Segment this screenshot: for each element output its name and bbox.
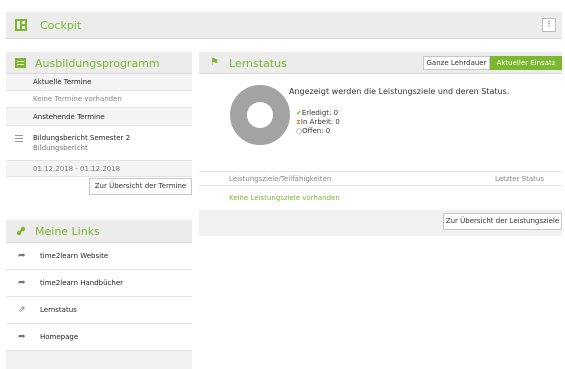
button-row: Zur Übersicht der Termine <box>6 177 192 199</box>
ausbildungsprogramm-panel: Ausbildungsprogramm Aktuelle Termine Kei… <box>6 52 192 199</box>
appointment-subtitle: Bildungsbericht <box>33 144 88 152</box>
lernstatus-panel: ⚑ Lernstatus Ganze Lehrdauer Aktueller E… <box>199 52 562 236</box>
toggle-current-assignment[interactable]: Aktueller Einsatz <box>490 56 562 70</box>
share-arrow-icon: ➦ <box>18 332 26 342</box>
my-links-panel: Meine Links ➦ time2learn Website ➦ time2… <box>6 220 192 369</box>
link-item-lernstatus[interactable]: ⇗ Lernstatus <box>6 297 192 324</box>
list-icon <box>15 135 23 142</box>
pin-icon: ⇗ <box>18 305 26 315</box>
link-label: time2learn Handbücher <box>40 279 124 287</box>
upcoming-appointments-header: Anstehende Termine <box>6 108 192 126</box>
panel-title: Lernstatus <box>229 57 287 70</box>
status-legend: ✔Erledigt: 0 ⧗In Arbeit: 0 ○Offen: 0 <box>296 109 340 136</box>
panel-header: ⚑ Lernstatus Ganze Lehrdauer Aktueller E… <box>199 52 562 74</box>
toggle-full-duration[interactable]: Ganze Lehrdauer <box>423 56 490 70</box>
panel-footer: Zur Übersicht der Leistungsziele <box>199 210 562 236</box>
status-donut-chart <box>230 85 290 145</box>
goals-overview-button[interactable]: Zur Übersicht der Leistungsziele <box>443 213 562 230</box>
share-arrow-icon: ➦ <box>18 251 26 261</box>
cockpit-header: Cockpit ⁝ <box>6 12 562 39</box>
goals-table-header: Leistungsziele/Teilfähigkeiten Letzter S… <box>199 171 562 186</box>
link-item-time2learn-handbuecher[interactable]: ➦ time2learn Handbücher <box>6 270 192 297</box>
page-title: Cockpit <box>40 19 82 32</box>
panel-title: Meine Links <box>35 225 100 238</box>
calendar-icon <box>15 58 26 68</box>
link-label: Lernstatus <box>40 306 77 314</box>
appointments-overview-button[interactable]: Zur Übersicht der Termine <box>89 178 192 195</box>
legend-open: ○Offen: 0 <box>296 127 331 135</box>
no-appointments-text: Keine Termine vorhanden <box>6 91 192 108</box>
done-count: 0 <box>333 109 339 117</box>
panel-footer <box>6 351 192 369</box>
no-goals-text: Keine Leistungsziele vorhanden <box>229 194 340 202</box>
column-status: Letzter Status <box>495 175 544 183</box>
open-count: 0 <box>325 127 331 135</box>
share-arrow-icon: ➦ <box>18 278 26 288</box>
current-appointments-header: Aktuelle Termine <box>6 74 192 91</box>
link-icon <box>16 226 26 236</box>
legend-in-progress: ⧗In Arbeit: 0 <box>296 118 340 126</box>
flag-icon: ⚑ <box>210 57 219 68</box>
panel-title: Ausbildungsprogramm <box>35 57 160 70</box>
link-item-homepage[interactable]: ➦ Homepage <box>6 324 192 351</box>
appointment-item[interactable]: Bildungsbericht Semester 2 Bildungsberic… <box>6 126 192 161</box>
dashboard-icon <box>15 19 27 31</box>
appointment-title: Bildungsbericht Semester 2 <box>33 134 131 142</box>
status-description: Angezeigt werden die Leistungsziele und … <box>289 87 510 96</box>
appointment-date: 01.12.2018 - 01.12.2018 <box>6 161 192 177</box>
options-menu-button[interactable]: ⁝ <box>542 18 556 32</box>
link-label: Homepage <box>40 333 79 341</box>
link-item-time2learn-website[interactable]: ➦ time2learn Website <box>6 243 192 270</box>
in-progress-count: 0 <box>335 118 340 126</box>
status-summary: Angezeigt werden die Leistungsziele und … <box>199 74 562 171</box>
link-label: time2learn Website <box>40 252 109 260</box>
legend-done: ✔Erledigt: 0 <box>296 109 339 117</box>
panel-header: Meine Links <box>6 220 192 243</box>
column-goals: Leistungsziele/Teilfähigkeiten <box>229 175 332 183</box>
panel-header: Ausbildungsprogramm <box>6 52 192 74</box>
